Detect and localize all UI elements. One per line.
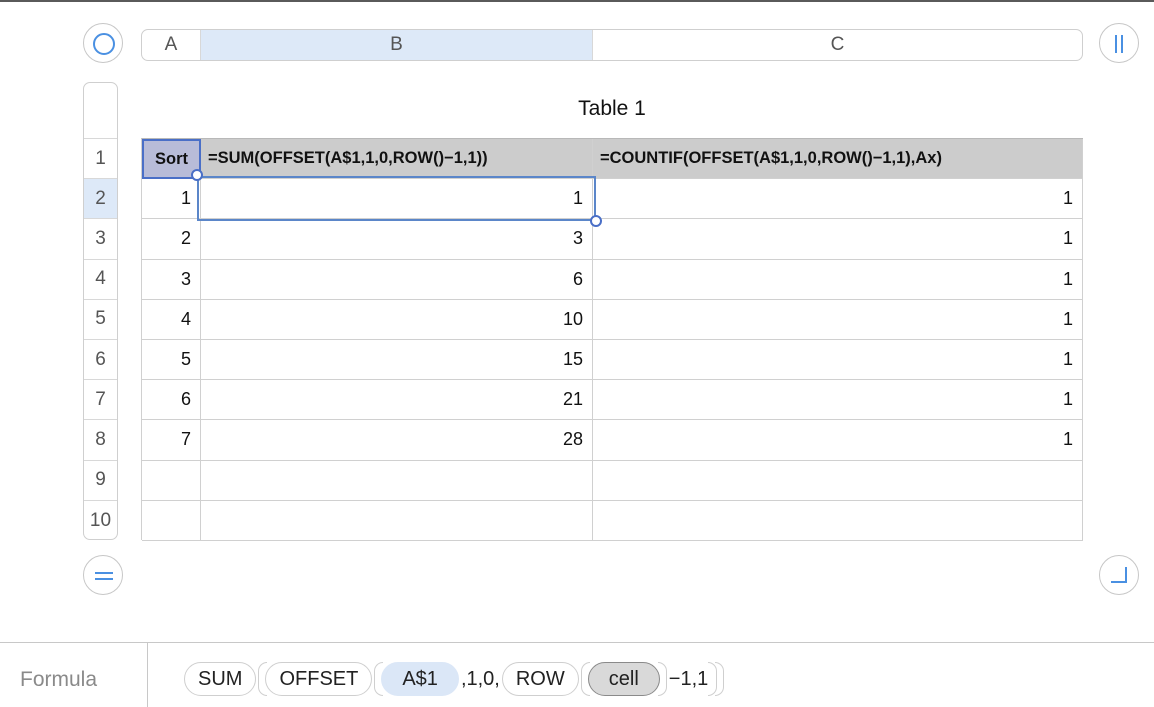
formula-editor[interactable]: SUM OFFSET A$1 ,1,0, ROW cell −1,1: [184, 661, 725, 697]
table-cell[interactable]: [201, 460, 593, 501]
table-row: 6 21 1: [142, 380, 1083, 421]
row-ref-9[interactable]: 9: [84, 461, 117, 501]
row-ref-1[interactable]: 1: [84, 139, 117, 180]
selected-cell-outline: [197, 176, 596, 221]
row-ref-3[interactable]: 3: [84, 219, 117, 260]
table-cell[interactable]: 4: [142, 299, 201, 340]
column-header-bar: A B C: [141, 29, 1083, 61]
function-token-sum[interactable]: SUM: [184, 662, 257, 696]
table-cell[interactable]: [142, 460, 201, 501]
formula-divider: [147, 643, 148, 707]
table-cell[interactable]: 6: [142, 380, 201, 421]
function-token-offset[interactable]: OFFSET: [265, 662, 373, 696]
column-ref-a[interactable]: A: [142, 30, 201, 60]
row-ref-2[interactable]: 2: [84, 179, 117, 220]
paren-close: [657, 662, 667, 696]
formula-bar: Formula SUM OFFSET A$1 ,1,0, ROW cell −1…: [0, 642, 1154, 707]
formula-args-text: −1,1: [668, 667, 709, 690]
row-ref-6[interactable]: 6: [84, 340, 117, 381]
table-cell[interactable]: 3: [142, 259, 201, 300]
table-cell[interactable]: [142, 500, 201, 541]
table-header-row: Sort =SUM(OFFSET(A$1,1,0,ROW()−1,1)) =CO…: [142, 139, 1083, 180]
table-cell[interactable]: 10: [201, 299, 593, 340]
row-ref-7[interactable]: 7: [84, 380, 117, 421]
row-ref-8[interactable]: 8: [84, 420, 117, 461]
selection-handle-bottom-right[interactable]: [590, 215, 602, 227]
table-cell[interactable]: 6: [201, 259, 593, 300]
table-title[interactable]: Table 1: [141, 97, 1083, 121]
table-row: 7 28 1: [142, 420, 1083, 461]
table-cell[interactable]: 7: [142, 420, 201, 461]
column-ref-c[interactable]: C: [593, 30, 1082, 60]
reference-token-a1[interactable]: A$1: [381, 662, 459, 696]
table-cell[interactable]: 1: [593, 339, 1083, 381]
table-cell[interactable]: 1: [593, 259, 1083, 300]
table-cell[interactable]: 5: [142, 339, 201, 381]
table-cell[interactable]: [593, 460, 1083, 501]
row-ref-title-spacer: [84, 83, 117, 139]
table-cell[interactable]: 1: [593, 299, 1083, 340]
add-column-handle-button[interactable]: [1099, 23, 1139, 63]
select-table-handle-button[interactable]: [83, 23, 123, 63]
window-top-border: [0, 0, 1154, 2]
table-cell[interactable]: [201, 500, 593, 541]
add-row-handle-button[interactable]: [83, 555, 123, 595]
column-ref-b[interactable]: B: [201, 30, 593, 60]
resize-table-handle-button[interactable]: [1099, 555, 1139, 595]
table-cell[interactable]: 1: [593, 219, 1083, 260]
table-row: [142, 500, 1083, 541]
header-cell-b[interactable]: =SUM(OFFSET(A$1,1,0,ROW()−1,1)): [201, 139, 593, 180]
table-row: 5 15 1: [142, 339, 1083, 381]
row-header-bar: 1 2 3 4 5 6 7 8 9 10: [83, 82, 118, 540]
table-cell[interactable]: 1: [593, 179, 1083, 220]
selection-handle-top-left[interactable]: [191, 169, 203, 181]
row-ref-4[interactable]: 4: [84, 260, 117, 300]
table-row: 2 3 1: [142, 219, 1083, 260]
table-cell[interactable]: 3: [201, 219, 593, 260]
table-cell[interactable]: 28: [201, 420, 593, 461]
formula-args-text: ,1,0,: [460, 667, 500, 690]
table-row: 4 10 1: [142, 299, 1083, 340]
table-cell[interactable]: [593, 500, 1083, 541]
header-cell-c[interactable]: =COUNTIF(OFFSET(A$1,1,0,ROW()−1,1),Ax): [593, 139, 1083, 180]
argument-token-cell[interactable]: cell: [587, 662, 660, 696]
table-cell[interactable]: 21: [201, 380, 593, 421]
table-cell[interactable]: 2: [142, 219, 201, 260]
table-cell[interactable]: 1: [142, 179, 201, 220]
function-token-row[interactable]: ROW: [501, 662, 579, 696]
row-ref-5[interactable]: 5: [84, 300, 117, 340]
table-row: [142, 460, 1083, 501]
row-ref-10[interactable]: 10: [84, 501, 117, 539]
table-cell[interactable]: 1: [593, 420, 1083, 461]
paren-close: [715, 662, 725, 696]
table-cell[interactable]: 1: [593, 380, 1083, 421]
formula-label: Formula: [20, 668, 98, 691]
table-row: 3 6 1: [142, 259, 1083, 300]
table-cell[interactable]: 15: [201, 339, 593, 381]
